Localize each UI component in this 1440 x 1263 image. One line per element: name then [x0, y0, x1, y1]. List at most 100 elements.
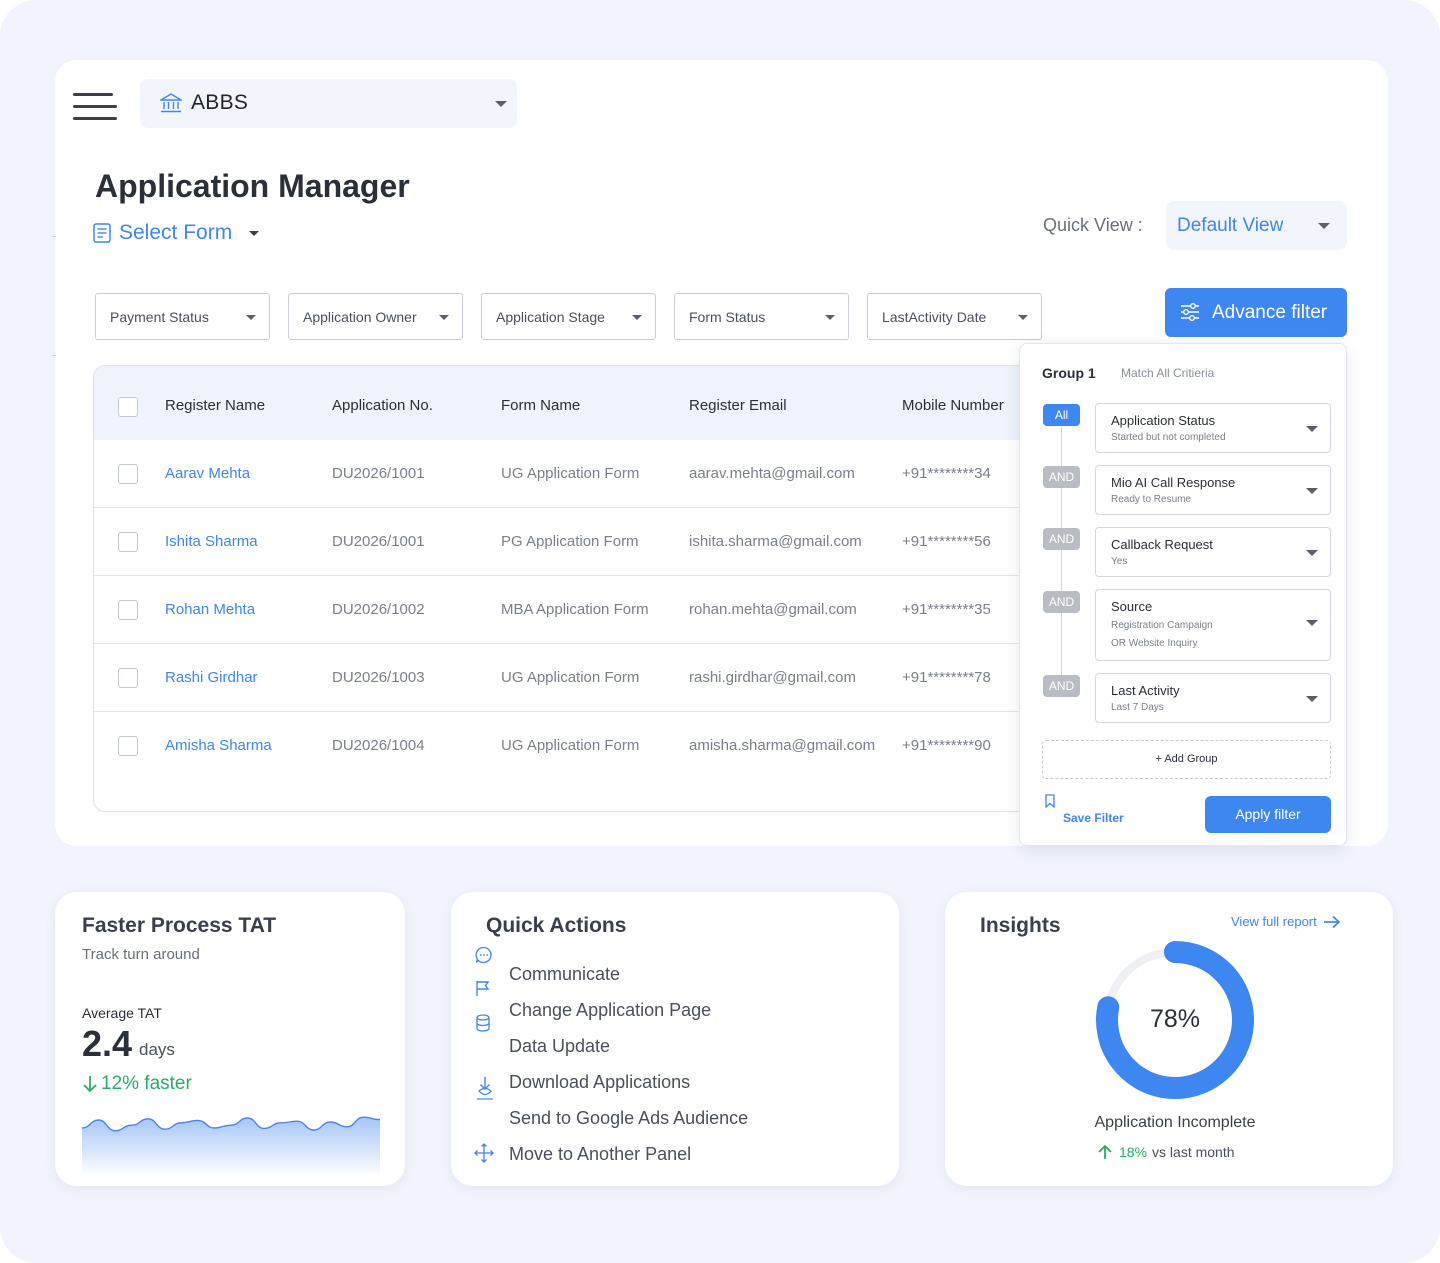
register-email: rashi.girdhar@gmail.com	[689, 669, 856, 686]
org-select[interactable]: ABBS	[140, 79, 517, 128]
application-no: DU2026/1001	[332, 533, 425, 550]
column-header[interactable]: Application No.	[332, 397, 433, 414]
table-row[interactable]: Ishita Sharma DU2026/1001 PG Application…	[94, 508, 1092, 576]
connector-and-tag[interactable]: AND	[1043, 591, 1080, 613]
condition-value: Last 7 Days	[1111, 702, 1164, 713]
quick-view-label: Quick View :	[1043, 215, 1143, 235]
add-group-button[interactable]: + Add Group	[1042, 740, 1331, 779]
condition-mio-ai-call-response[interactable]: Mio AI Call Response Ready to Resume	[1095, 465, 1331, 515]
filter-application-owner[interactable]: Application Owner	[288, 293, 463, 340]
save-filter-link[interactable]: Save Filter	[1063, 811, 1124, 825]
application-no: DU2026/1001	[332, 465, 425, 482]
register-email: ishita.sharma@gmail.com	[689, 533, 862, 550]
chevron-down-icon	[246, 315, 256, 320]
mobile-number: +91********56	[902, 533, 991, 550]
mobile-number: +91********34	[902, 465, 991, 482]
delta-percent: 18%	[1119, 1144, 1148, 1160]
register-email: rohan.mehta@gmail.com	[689, 601, 857, 618]
action-download-applications[interactable]: Download Applications	[509, 1072, 690, 1093]
divider	[52, 236, 56, 237]
view-full-report-link[interactable]: View full report	[1231, 914, 1341, 929]
insights-card: Insights View full report 78% Applicatio…	[945, 892, 1393, 1186]
delta-text: vs last month	[1152, 1144, 1235, 1160]
condition-source[interactable]: Source Registration Campaign OR Website …	[1095, 589, 1331, 661]
arrow-right-icon	[1323, 915, 1341, 928]
donut-caption: Application Incomplete	[1094, 1114, 1256, 1131]
table-row[interactable]: Aarav Mehta DU2026/1001 UG Application F…	[94, 440, 1092, 508]
action-change-application-page[interactable]: Change Application Page	[509, 1000, 711, 1021]
connector-and-tag[interactable]: AND	[1043, 675, 1080, 697]
action-communicate[interactable]: Communicate	[509, 964, 620, 985]
tat-subtitle: Track turn around	[82, 946, 200, 963]
condition-value: Ready to Resume	[1111, 494, 1192, 505]
column-header[interactable]: Register Email	[689, 397, 787, 414]
action-data-update[interactable]: Data Update	[509, 1036, 610, 1057]
org-name: ABBS	[191, 91, 249, 114]
bank-icon	[160, 93, 182, 113]
action-move-to-another-panel[interactable]: Move to Another Panel	[509, 1144, 691, 1165]
action-send-to-google-ads[interactable]: Send to Google Ads Audience	[509, 1108, 748, 1129]
filter-label: Application Owner	[303, 309, 417, 325]
column-header[interactable]: Register Name	[165, 397, 265, 414]
database-icon	[476, 1014, 490, 1032]
column-header[interactable]: Form Name	[501, 397, 580, 414]
faster-text: 12% faster	[101, 1073, 192, 1094]
filter-label: Payment Status	[110, 309, 209, 325]
select-all-checkbox[interactable]	[118, 397, 138, 417]
form-name: UG Application Form	[501, 737, 640, 754]
select-form-label: Select Form	[119, 221, 233, 244]
filter-label: Application Stage	[496, 309, 605, 325]
select-form-dropdown[interactable]: Select Form	[93, 221, 260, 245]
connector-and-tag[interactable]: AND	[1043, 528, 1080, 550]
bookmark-icon[interactable]	[1044, 794, 1056, 808]
donut-value: 78%	[1149, 1005, 1201, 1033]
filter-form-status[interactable]: Form Status	[674, 293, 849, 340]
application-no: DU2026/1003	[332, 669, 425, 686]
row-checkbox[interactable]	[118, 464, 138, 484]
page-title: Application Manager	[95, 168, 410, 204]
chevron-down-icon	[1306, 426, 1318, 432]
filter-label: Form Status	[689, 309, 766, 325]
register-name[interactable]: Rashi Girdhar	[165, 669, 258, 686]
condition-application-status[interactable]: Application Status Started but not compl…	[1095, 403, 1331, 453]
condition-field: Application Status	[1111, 413, 1216, 428]
menu-icon[interactable]	[73, 93, 117, 121]
register-name[interactable]: Aarav Mehta	[165, 465, 250, 482]
month-delta: 18% vs last month	[1097, 1144, 1235, 1160]
apply-filter-button[interactable]: Apply filter	[1205, 796, 1331, 833]
register-name[interactable]: Ishita Sharma	[165, 533, 258, 550]
row-checkbox[interactable]	[118, 532, 138, 552]
row-checkbox[interactable]	[118, 736, 138, 756]
application-no: DU2026/1002	[332, 601, 425, 618]
register-email: amisha.sharma@gmail.com	[689, 737, 876, 754]
filter-payment-status[interactable]: Payment Status	[95, 293, 270, 340]
filter-application-stage[interactable]: Application Stage	[481, 293, 656, 340]
filter-label: LastActivity Date	[882, 309, 987, 325]
register-name[interactable]: Rohan Mehta	[165, 601, 255, 618]
sliders-icon	[1181, 303, 1199, 321]
row-checkbox[interactable]	[118, 668, 138, 688]
table-row[interactable]: Amisha Sharma DU2026/1004 UG Application…	[94, 712, 1092, 780]
avg-tat-unit: days	[139, 1040, 175, 1059]
chevron-down-icon	[1306, 696, 1318, 702]
condition-callback-request[interactable]: Callback Request Yes	[1095, 527, 1331, 577]
table-row[interactable]: Rashi Girdhar DU2026/1003 UG Application…	[94, 644, 1092, 712]
row-checkbox[interactable]	[118, 600, 138, 620]
condition-last-activity[interactable]: Last Activity Last 7 Days	[1095, 673, 1331, 723]
filter-last-activity-date[interactable]: LastActivity Date	[867, 293, 1042, 340]
connector-and-tag[interactable]: AND	[1043, 466, 1080, 488]
form-name: UG Application Form	[501, 669, 640, 686]
advance-filter-button[interactable]: Advance filter	[1165, 288, 1347, 337]
match-criteria-label[interactable]: Match All Critieria	[1121, 366, 1214, 380]
form-name: UG Application Form	[501, 465, 640, 482]
advance-filter-label: Advance filter	[1212, 302, 1328, 323]
chevron-down-icon	[1306, 488, 1318, 494]
chevron-down-icon	[632, 315, 642, 320]
quick-view-select[interactable]: Default View	[1166, 201, 1347, 250]
column-header[interactable]: Mobile Number	[902, 397, 1004, 414]
table-row[interactable]: Rohan Mehta DU2026/1002 MBA Application …	[94, 576, 1092, 644]
connector-all-tag[interactable]: All	[1043, 404, 1080, 426]
applications-table: Register Name Application No. Form Name …	[93, 365, 1093, 812]
condition-value: Yes	[1111, 556, 1128, 567]
register-name[interactable]: Amisha Sharma	[165, 737, 272, 754]
